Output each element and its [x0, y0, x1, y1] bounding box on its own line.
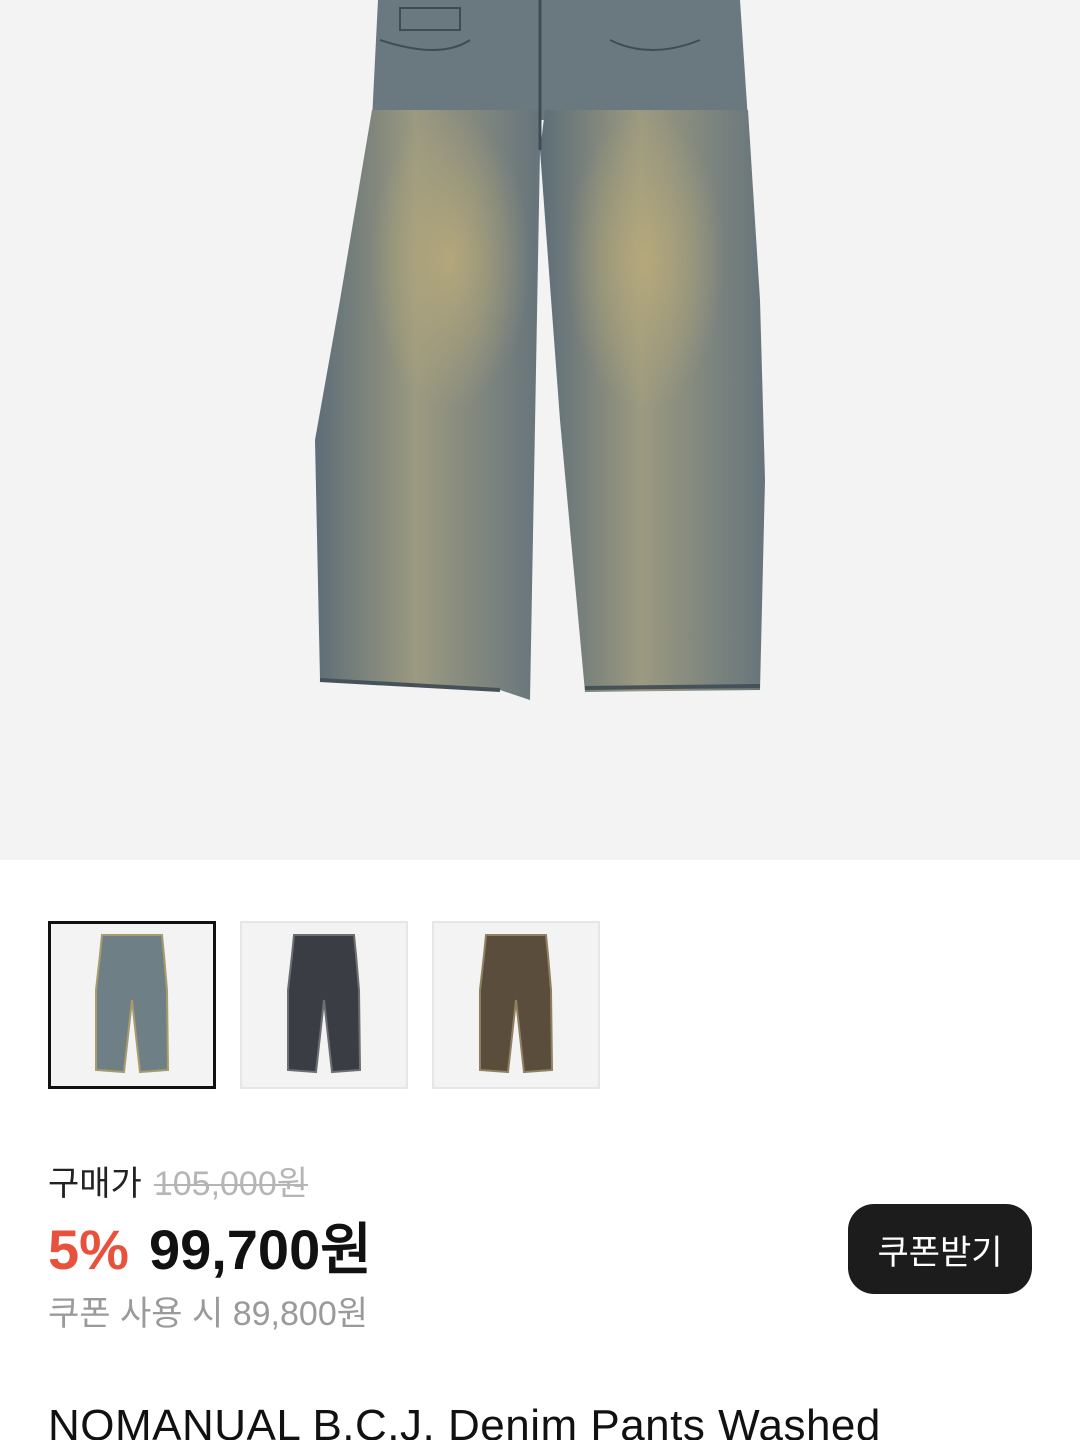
thumbnail-washed-blue[interactable] — [48, 921, 216, 1089]
coupon-price-text: 쿠폰 사용 시 89,800원 — [48, 1295, 369, 1333]
jeans-icon — [479, 934, 554, 1074]
jeans-icon — [287, 934, 362, 1074]
sale-price: 99,700원 — [148, 1218, 372, 1281]
product-hero-image[interactable] — [0, 0, 1080, 860]
original-price-row: 구매가 105,000원 — [48, 1160, 372, 1208]
sale-price-row: 5% 99,700원 — [48, 1218, 372, 1282]
thumbnail-gallery — [48, 921, 600, 1089]
discount-rate: 5% — [48, 1218, 129, 1281]
original-price: 105,000원 — [153, 1165, 309, 1203]
thumbnail-black[interactable] — [240, 921, 408, 1089]
get-coupon-button[interactable]: 쿠폰받기 — [848, 1204, 1032, 1294]
jeans-icon — [95, 934, 170, 1074]
jeans-illustration — [315, 0, 765, 700]
product-title: NOMANUAL B.C.J. Denim Pants Washed — [48, 1401, 881, 1440]
thumbnail-brown[interactable] — [432, 921, 600, 1089]
original-price-label: 구매가 — [48, 1165, 142, 1203]
price-block: 구매가 105,000원 5% 99,700원 쿠폰 사용 시 89,800원 — [48, 1160, 372, 1338]
